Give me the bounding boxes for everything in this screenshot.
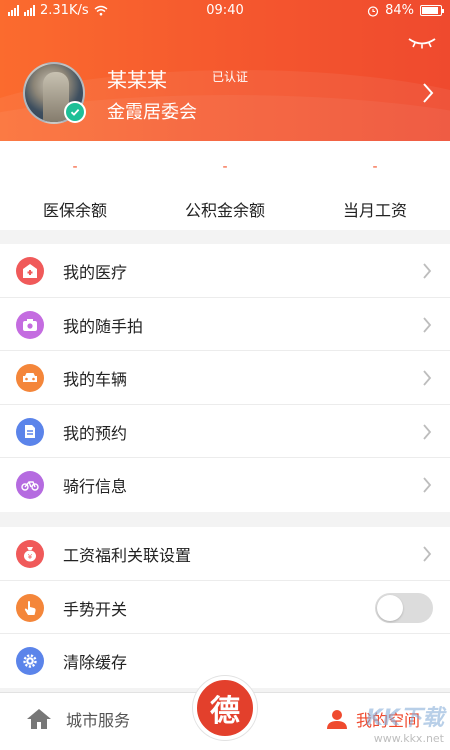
menu-item-label: 骑行信息	[63, 477, 128, 496]
menu-item-label: 我的预约	[63, 423, 128, 443]
stat-value: -	[72, 159, 78, 175]
tab-city-service[interactable]: 城市服务	[26, 707, 130, 731]
stat-monthly-salary[interactable]: - 当月工资	[300, 141, 450, 230]
eye-closed-icon[interactable]	[406, 36, 438, 50]
verified-tag: 已认证	[212, 70, 249, 84]
stat-label: 医保余额	[42, 201, 107, 220]
bicycle-icon	[16, 471, 44, 499]
profile-header: 2.31K/s 09:40 84% 某某某 已认证 金霞居委会	[0, 0, 450, 141]
status-bar: 2.31K/s 09:40 84%	[0, 0, 450, 24]
stat-housing-fund[interactable]: - 公积金余额	[150, 141, 300, 230]
center-logo-button[interactable]: 德	[193, 676, 257, 740]
menu-item-salary-benefit-settings[interactable]: ¥ 工资福利关联设置	[0, 527, 450, 581]
document-icon	[16, 417, 44, 446]
battery-icon	[420, 5, 444, 16]
svg-text:¥: ¥	[28, 553, 33, 561]
verified-badge-icon	[64, 101, 86, 123]
menu-item-cycling-info[interactable]: 骑行信息	[0, 458, 450, 512]
stat-label: 当月工资	[342, 201, 407, 220]
medical-icon	[16, 257, 44, 285]
menu-group-2: ¥ 工资福利关联设置 手势开关 清除缓存	[0, 527, 450, 688]
menu-item-label: 我的车辆	[63, 370, 128, 389]
menu-item-my-vehicle[interactable]: 我的车辆	[0, 351, 450, 405]
person-icon	[326, 710, 347, 729]
gesture-toggle[interactable]	[375, 592, 433, 623]
car-icon	[16, 364, 44, 392]
watermark-brand: KK下载	[365, 706, 444, 731]
menu-item-label: 手势开关	[63, 599, 128, 619]
menu-item-gesture-switch: 手势开关	[0, 581, 450, 634]
chevron-right-icon	[423, 316, 432, 333]
stat-value: -	[222, 159, 228, 175]
menu-item-my-snapshot[interactable]: 我的随手拍	[0, 298, 450, 351]
chevron-right-icon	[423, 477, 432, 493]
watermark-url: www.kkx.net	[373, 732, 444, 745]
chevron-right-icon	[423, 263, 432, 279]
organization-name: 金霞居委会	[107, 102, 197, 123]
menu-item-label: 工资福利关联设置	[63, 546, 192, 565]
stat-medical-insurance[interactable]: - 医保余额	[0, 141, 150, 230]
hand-icon	[16, 593, 44, 622]
menu-group-1: 我的医疗 我的随手拍 我的车辆 我的预约 骑行信息	[0, 244, 450, 512]
menu-item-label: 我的随手拍	[63, 316, 144, 336]
gear-icon	[16, 647, 44, 675]
balance-stats: - 医保余额 - 公积金余额 - 当月工资	[0, 141, 450, 230]
stat-value: -	[372, 159, 378, 175]
camera-icon	[16, 310, 44, 339]
money-bag-icon: ¥	[16, 540, 44, 568]
chevron-right-icon	[423, 423, 432, 440]
profile-chevron-right-icon[interactable]	[422, 82, 434, 104]
watermark: KK下载 www.kkx.net	[366, 700, 444, 745]
status-time: 09:40	[206, 3, 244, 18]
menu-item-my-appointment[interactable]: 我的预约	[0, 405, 450, 458]
home-icon	[27, 709, 51, 729]
menu-item-my-medical[interactable]: 我的医疗	[0, 244, 450, 298]
tab-label: 城市服务	[66, 711, 131, 730]
alarm-icon	[367, 5, 379, 17]
username: 某某某	[107, 68, 167, 92]
battery-percent: 84%	[385, 3, 414, 18]
menu-item-label: 清除缓存	[63, 653, 128, 672]
stat-label: 公积金余额	[184, 201, 265, 220]
chevron-right-icon	[423, 546, 432, 562]
chevron-right-icon	[423, 370, 432, 386]
menu-item-label: 我的医疗	[63, 263, 128, 282]
